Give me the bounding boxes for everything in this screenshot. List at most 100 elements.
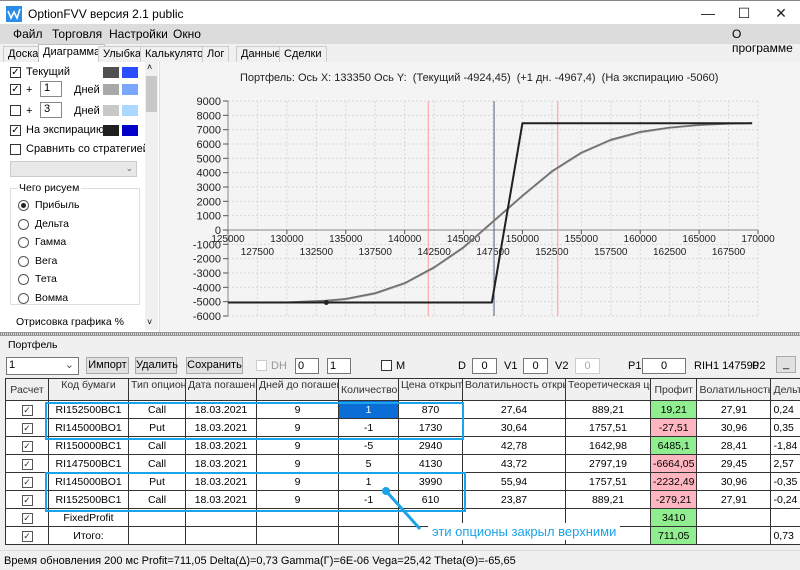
minimize-button[interactable]: — [693, 5, 723, 23]
radio-2[interactable] [18, 237, 29, 249]
table-cell[interactable]: -27,51 [649, 418, 698, 437]
menu-about[interactable]: О программе [732, 27, 800, 55]
table-cell[interactable]: 4130 [398, 454, 463, 473]
portfolio-select[interactable]: 1 ⌄ [6, 357, 79, 375]
calc-checkbox[interactable]: ✓ [21, 476, 33, 488]
table-cell[interactable]: 23,87 [462, 490, 566, 509]
column-header[interactable]: Количество [338, 378, 399, 401]
table-cell[interactable]: 711,05 [649, 526, 698, 545]
color-swatch[interactable] [122, 67, 138, 78]
color-swatch[interactable] [122, 105, 138, 116]
table-cell[interactable]: 6485,1 [649, 436, 698, 455]
payoff-chart[interactable]: 9000800070006000500040003000200010000-10… [160, 62, 800, 332]
spin-input-2[interactable]: 1 [327, 358, 351, 374]
scroll-thumb[interactable] [146, 76, 157, 112]
v2-input[interactable]: 0 [575, 358, 600, 374]
table-cell[interactable]: ✓ [5, 526, 49, 545]
radio-4[interactable] [18, 274, 29, 286]
tab-deals[interactable]: Сделки [279, 46, 327, 62]
column-header[interactable]: Волатильность [696, 378, 772, 401]
table-cell[interactable]: -1,84 [770, 436, 800, 455]
table-cell[interactable]: -6664,05 [649, 454, 698, 473]
table-cell[interactable]: 29,45 [696, 454, 772, 473]
table-cell[interactable]: 2797,19 [565, 454, 651, 473]
close-button[interactable]: ✕ [766, 5, 796, 23]
m-checkbox[interactable] [381, 360, 392, 371]
delete-button[interactable]: Удалить [135, 357, 178, 374]
compare-checkbox[interactable] [10, 144, 21, 155]
table-cell[interactable]: 43,72 [462, 454, 566, 473]
v1-input[interactable]: 0 [523, 358, 548, 374]
table-cell[interactable]: ✓ [5, 436, 49, 455]
table-cell[interactable]: 3410 [649, 508, 698, 527]
table-cell[interactable]: ✓ [5, 508, 49, 527]
menu-file[interactable]: Файл [13, 27, 43, 41]
column-header[interactable]: Тип опциона [128, 378, 186, 401]
color-swatch[interactable] [103, 84, 119, 95]
table-cell[interactable]: ✓ [5, 472, 49, 491]
table-cell[interactable] [128, 526, 186, 545]
table-cell[interactable]: 28,41 [696, 436, 772, 455]
tab-diagram[interactable]: Диаграмма [38, 44, 106, 62]
column-header[interactable]: Дельта [770, 378, 800, 401]
table-cell[interactable]: RI147500BC1 [48, 454, 129, 473]
column-header[interactable]: Код бумаги [48, 378, 129, 401]
table-cell[interactable]: ✓ [5, 418, 49, 437]
table-cell[interactable]: 0,35 [770, 418, 800, 437]
table-cell[interactable]: 1642,98 [565, 436, 651, 455]
table-cell[interactable]: ✓ [5, 490, 49, 509]
radio-1[interactable] [18, 218, 29, 230]
calc-checkbox[interactable]: ✓ [21, 422, 33, 434]
d-input[interactable]: 0 [472, 358, 497, 374]
column-header[interactable]: Дней до погашения [256, 378, 339, 401]
spin-input-1[interactable]: 0 [295, 358, 319, 374]
menu-settings[interactable]: Настройки [109, 27, 168, 41]
days-input-3[interactable]: 3 [40, 102, 62, 118]
table-cell[interactable]: 30,64 [462, 418, 566, 437]
calc-checkbox[interactable]: ✓ [21, 494, 33, 506]
scroll-up-icon[interactable]: ˄ [147, 62, 152, 72]
table-cell[interactable]: 27,64 [462, 400, 566, 419]
column-header[interactable]: Теоретическая цена [565, 378, 651, 401]
table-cell[interactable]: 1757,51 [565, 472, 651, 491]
table-cell[interactable]: ✓ [5, 400, 49, 419]
plus3-checkbox[interactable] [10, 105, 21, 116]
table-cell[interactable] [696, 526, 772, 545]
color-swatch[interactable] [103, 125, 119, 136]
left-scrollbar[interactable]: ˄ ˅ [145, 62, 158, 330]
table-cell[interactable]: 1757,51 [565, 418, 651, 437]
plus1-checkbox[interactable]: ✓ [10, 84, 21, 95]
radio-3[interactable] [18, 255, 29, 267]
save-button[interactable]: Сохранить [186, 357, 243, 374]
expiration-checkbox[interactable]: ✓ [10, 125, 21, 136]
table-cell[interactable]: 55,94 [462, 472, 566, 491]
table-cell[interactable] [696, 508, 772, 527]
table-cell[interactable]: -279,21 [649, 490, 698, 509]
table-cell[interactable] [770, 508, 800, 527]
calc-checkbox[interactable]: ✓ [21, 458, 33, 470]
table-cell[interactable]: -0,35 [770, 472, 800, 491]
color-swatch[interactable] [122, 125, 138, 136]
calc-checkbox[interactable]: ✓ [21, 404, 33, 416]
color-swatch[interactable] [122, 84, 138, 95]
table-cell[interactable]: ✓ [5, 454, 49, 473]
table-cell[interactable]: 2,57 [770, 454, 800, 473]
table-cell[interactable]: Итого: [48, 526, 129, 545]
calc-checkbox[interactable]: ✓ [21, 440, 33, 452]
table-cell[interactable]: 0,24 [770, 400, 800, 419]
table-cell[interactable] [256, 526, 339, 545]
table-cell[interactable]: 30,96 [696, 418, 772, 437]
table-cell[interactable] [185, 526, 257, 545]
table-cell[interactable]: 42,78 [462, 436, 566, 455]
table-cell[interactable]: 30,96 [696, 472, 772, 491]
table-cell[interactable]: 18.03.2021 [185, 454, 257, 473]
table-cell[interactable]: 9 [256, 454, 339, 473]
table-cell[interactable]: 27,91 [696, 490, 772, 509]
table-cell[interactable]: 0,73 [770, 526, 800, 545]
p1-input[interactable]: 0 [642, 358, 686, 374]
column-header[interactable]: Дата погашения [185, 378, 257, 401]
menu-trading[interactable]: Торговля [52, 27, 102, 41]
radio-0[interactable] [18, 200, 29, 211]
table-cell[interactable]: 27,91 [696, 400, 772, 419]
color-swatch[interactable] [103, 67, 119, 78]
